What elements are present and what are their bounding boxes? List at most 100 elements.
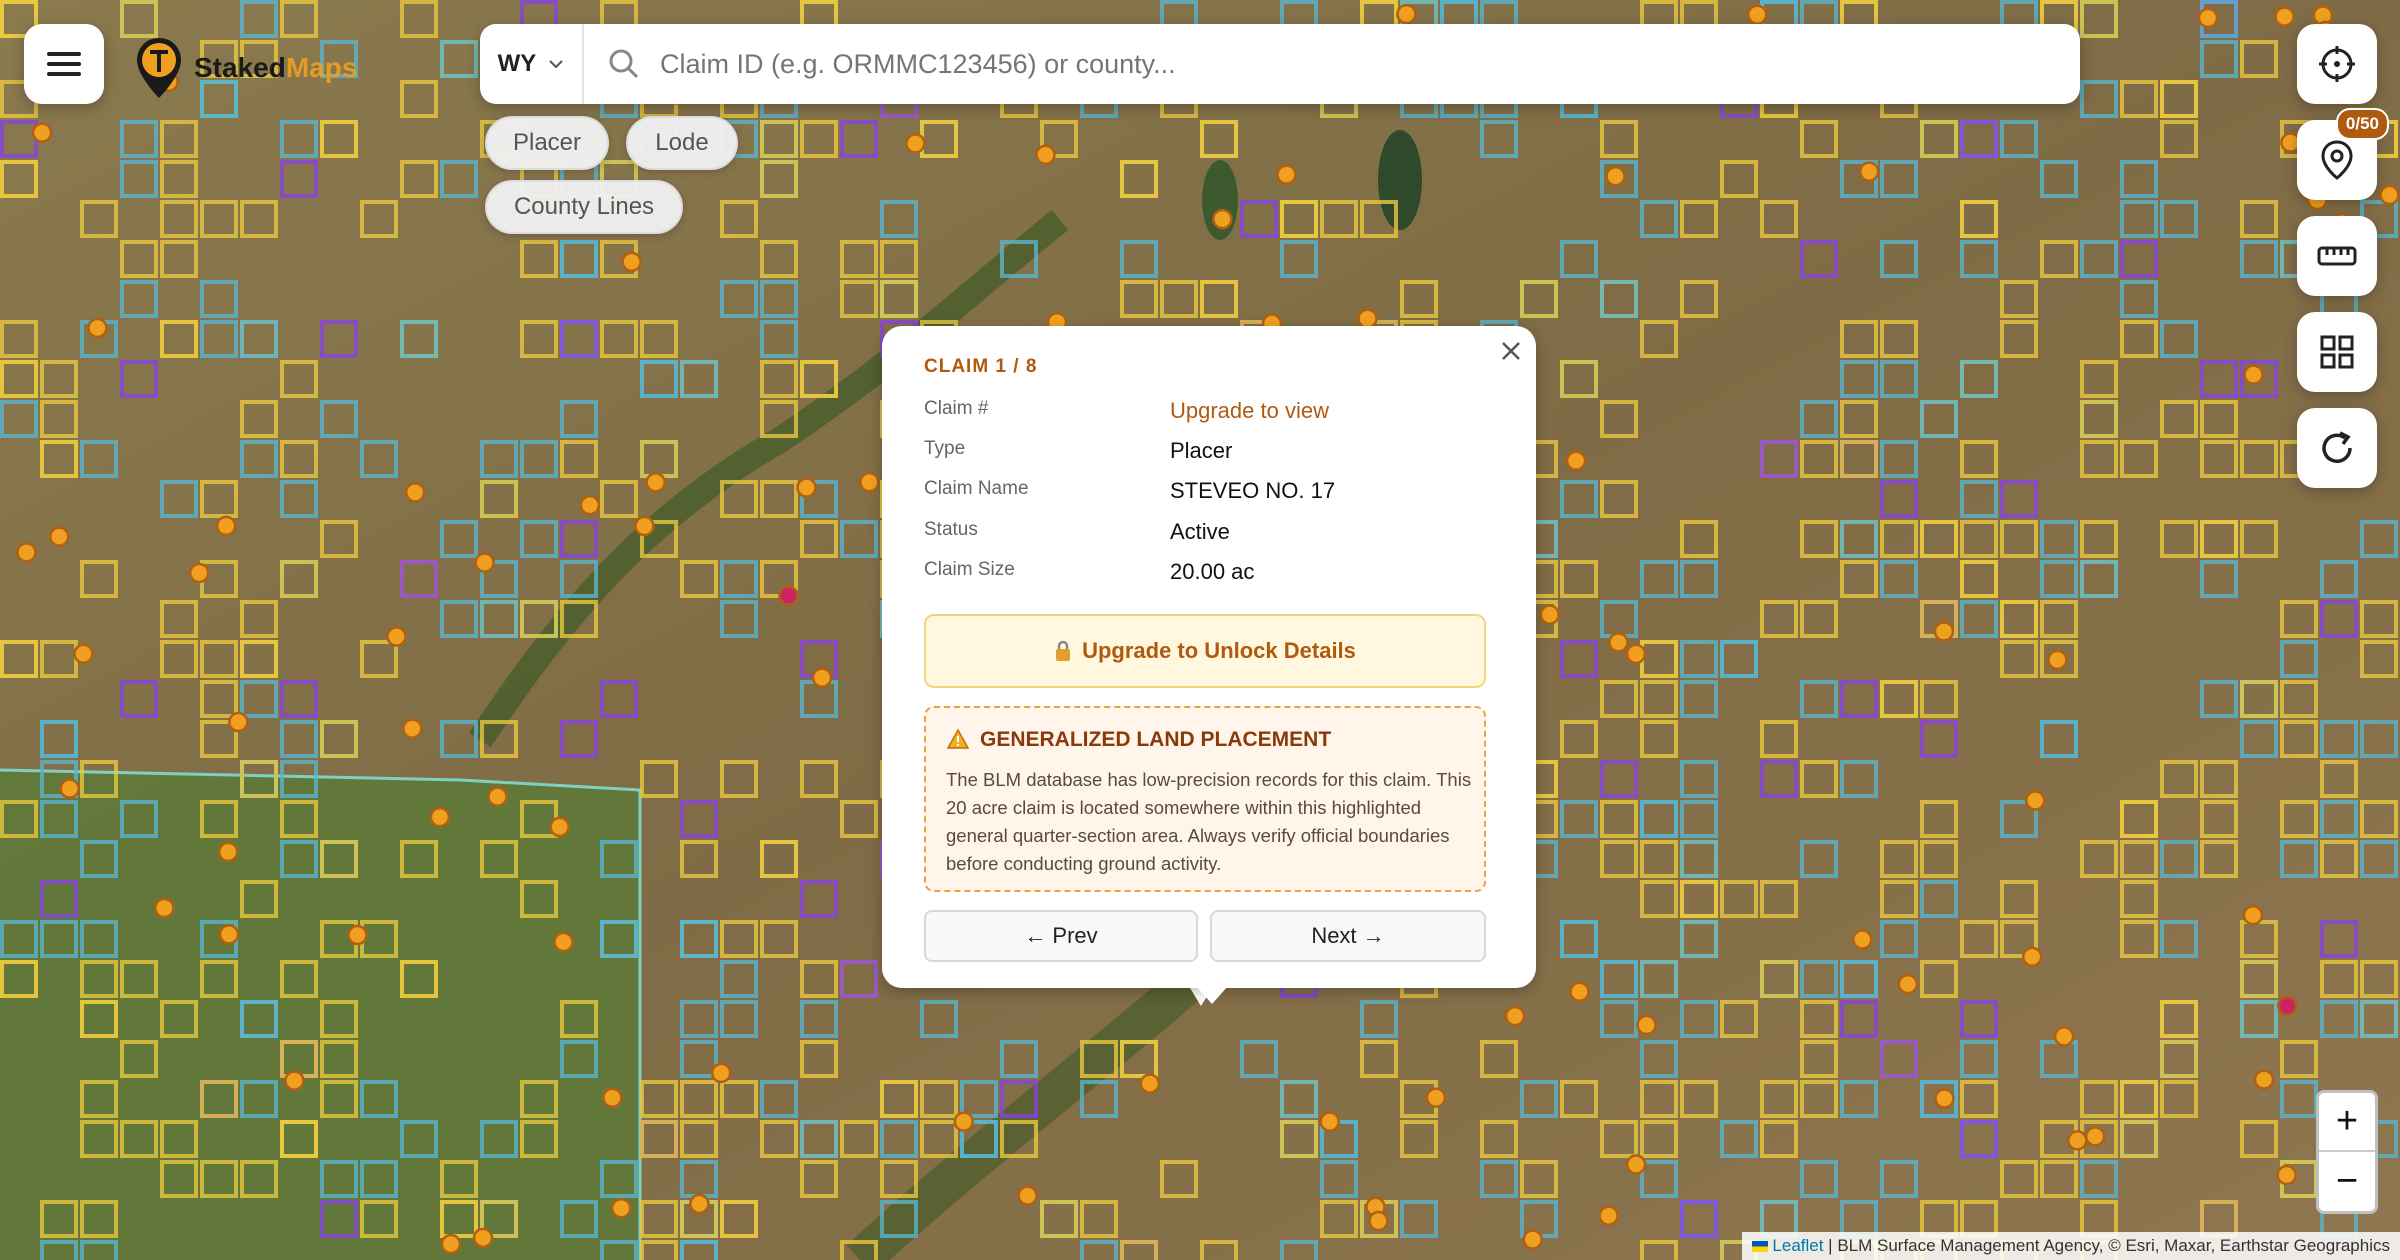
- claim-marker[interactable]: [1746, 4, 1768, 25]
- prev-button[interactable]: ← Prev: [924, 910, 1198, 962]
- claim-marker[interactable]: [553, 931, 574, 953]
- claim-marker[interactable]: [1539, 604, 1560, 625]
- claim-marker[interactable]: [778, 585, 799, 606]
- filter-county-lines-chip[interactable]: County Lines: [485, 180, 683, 234]
- claim-marker[interactable]: [487, 786, 508, 807]
- claim-marker[interactable]: [440, 1233, 462, 1255]
- layers-button[interactable]: [2297, 312, 2377, 392]
- claim-marker[interactable]: [1017, 1185, 1038, 1206]
- claim-marker[interactable]: [796, 477, 817, 498]
- zoom-in-button[interactable]: +: [2319, 1093, 2375, 1152]
- claim-marker[interactable]: [472, 1227, 494, 1249]
- claim-marker[interactable]: [2276, 1164, 2297, 1186]
- claim-marker[interactable]: [218, 924, 240, 945]
- claim-marker[interactable]: [2021, 946, 2043, 968]
- refresh-button[interactable]: [2297, 408, 2377, 488]
- next-button[interactable]: Next →: [1210, 910, 1486, 962]
- claim-marker[interactable]: [1425, 1087, 1447, 1108]
- field-label: Claim Name: [924, 478, 1029, 499]
- claim-marker[interactable]: [905, 133, 926, 154]
- claim-marker[interactable]: [689, 1193, 710, 1215]
- claim-marker[interactable]: [59, 778, 80, 799]
- state-select[interactable]: WY: [480, 24, 584, 104]
- claim-marker[interactable]: [1139, 1073, 1161, 1094]
- claim-marker[interactable]: [2253, 1069, 2275, 1090]
- claim-marker[interactable]: [16, 542, 37, 563]
- claim-marker[interactable]: [953, 1111, 975, 1132]
- claim-marker[interactable]: [2025, 790, 2046, 811]
- claim-marker[interactable]: [386, 626, 407, 647]
- claim-marker[interactable]: [634, 515, 655, 537]
- claim-marker[interactable]: [579, 494, 601, 516]
- claim-marker[interactable]: [645, 472, 666, 493]
- claim-marker[interactable]: [31, 122, 53, 143]
- claim-marker[interactable]: [1897, 973, 1919, 995]
- claim-marker[interactable]: [1933, 621, 1955, 642]
- claim-marker[interactable]: [154, 897, 175, 919]
- claim-marker[interactable]: [621, 251, 642, 273]
- claim-marker[interactable]: [610, 1197, 632, 1219]
- claim-marker[interactable]: [1625, 643, 1647, 665]
- claim-marker[interactable]: [1625, 1154, 1647, 1175]
- claim-marker[interactable]: [1319, 1111, 1340, 1132]
- claim-marker[interactable]: [602, 1087, 623, 1109]
- claim-marker[interactable]: [215, 515, 237, 537]
- lock-icon: [1056, 640, 1071, 661]
- claim-marker[interactable]: [549, 816, 570, 838]
- claim-marker[interactable]: [1934, 1088, 1955, 1109]
- saved-pins-button[interactable]: 0/50: [2297, 108, 2389, 200]
- claim-marker[interactable]: [1522, 1229, 1543, 1250]
- claim-marker[interactable]: [2276, 995, 2298, 1017]
- claim-marker[interactable]: [474, 552, 495, 573]
- claim-marker[interactable]: [1636, 1014, 1657, 1036]
- claim-marker[interactable]: [2379, 184, 2400, 206]
- claim-marker[interactable]: [811, 667, 833, 688]
- claim-marker[interactable]: [1396, 3, 1417, 25]
- claim-marker[interactable]: [2243, 364, 2264, 385]
- claim-marker[interactable]: [1504, 1005, 1526, 1027]
- claim-marker[interactable]: [2242, 904, 2264, 926]
- claim-marker[interactable]: [1598, 1205, 1619, 1226]
- claim-marker[interactable]: [73, 643, 94, 665]
- filter-placer-chip[interactable]: Placer: [485, 116, 609, 170]
- search-input[interactable]: [660, 36, 2050, 92]
- claim-marker[interactable]: [1276, 164, 1297, 185]
- claim-marker[interactable]: [404, 482, 426, 503]
- claim-marker[interactable]: [228, 711, 249, 733]
- menu-button[interactable]: [24, 24, 104, 104]
- zoom-out-button[interactable]: −: [2319, 1152, 2375, 1211]
- filter-lode-chip[interactable]: Lode: [626, 116, 738, 170]
- measure-button[interactable]: [2297, 216, 2377, 296]
- claim-marker[interactable]: [2053, 1026, 2075, 1047]
- claim-marker[interactable]: [2084, 1126, 2106, 1147]
- claim-marker[interactable]: [429, 806, 451, 828]
- claim-marker[interactable]: [2047, 649, 2068, 671]
- claim-marker[interactable]: [49, 526, 70, 547]
- claim-marker[interactable]: [1852, 929, 1873, 950]
- claim-marker[interactable]: [188, 562, 210, 584]
- claim-marker[interactable]: [284, 1070, 305, 1091]
- claim-marker[interactable]: [1605, 165, 1626, 187]
- claim-marker[interactable]: [87, 317, 108, 339]
- claim-marker[interactable]: [1858, 161, 1880, 182]
- claim-marker[interactable]: [2274, 6, 2295, 27]
- leaflet-link[interactable]: Leaflet: [1772, 1236, 1823, 1255]
- claim-marker[interactable]: [1035, 144, 1056, 166]
- unlock-details-button[interactable]: Upgrade to Unlock Details: [924, 614, 1486, 688]
- close-icon[interactable]: [1500, 340, 1522, 362]
- claim-marker[interactable]: [1368, 1210, 1389, 1232]
- claim-marker[interactable]: [402, 718, 423, 739]
- claim-marker[interactable]: [710, 1062, 732, 1084]
- attribution-text: | BLM Surface Management Agency, © Esri,…: [1823, 1236, 2390, 1255]
- claim-marker[interactable]: [347, 924, 368, 946]
- claim-marker[interactable]: [217, 841, 239, 863]
- claim-marker[interactable]: [2067, 1130, 2088, 1151]
- claim-marker[interactable]: [1608, 632, 1629, 653]
- claim-marker[interactable]: [859, 471, 880, 493]
- claim-marker[interactable]: [1212, 208, 1233, 230]
- claim-marker[interactable]: [2197, 7, 2219, 29]
- locate-button[interactable]: [2297, 24, 2377, 104]
- claim-marker[interactable]: [1565, 450, 1587, 472]
- claim-marker[interactable]: [1569, 981, 1590, 1003]
- claim-number-upgrade-link[interactable]: Upgrade to view: [1170, 398, 1329, 424]
